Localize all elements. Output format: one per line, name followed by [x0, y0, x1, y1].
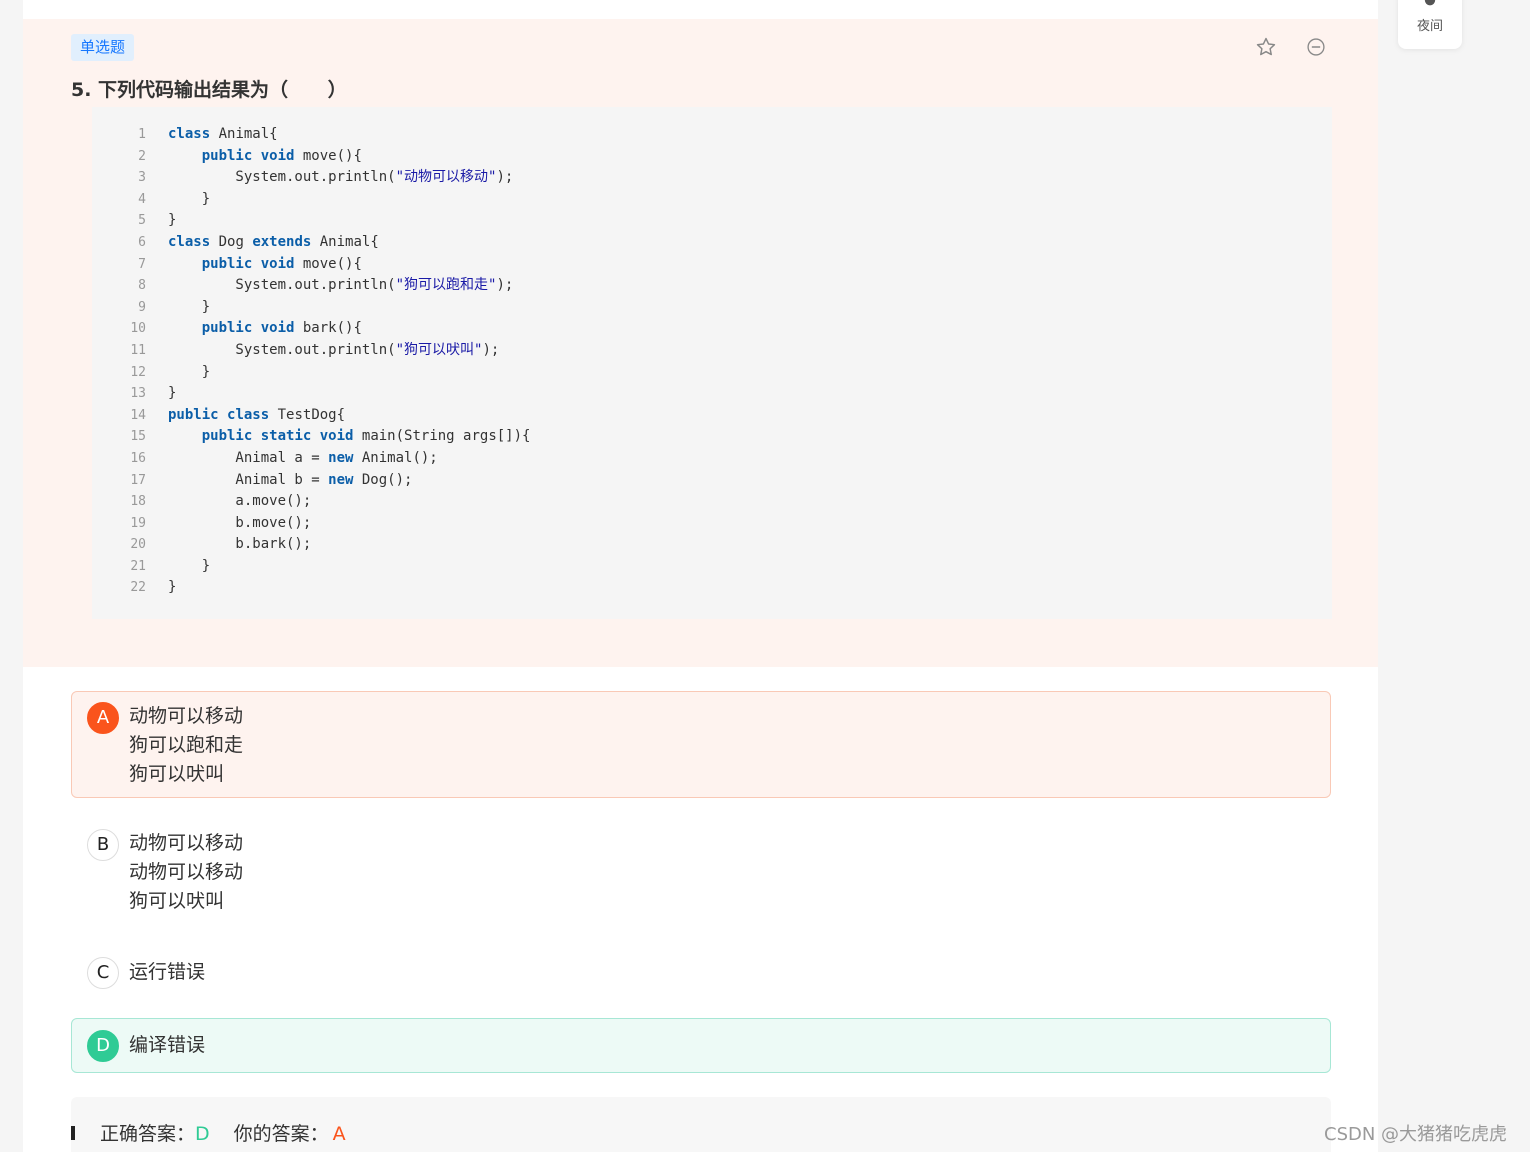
code-line: 14 public class TestDog{ — [92, 405, 1332, 427]
code-line: 7 public void move(){ — [92, 254, 1332, 276]
star-outline-icon[interactable] — [1255, 36, 1277, 58]
answer-summary: 正确答案：D 你的答案： A — [71, 1097, 1331, 1152]
code-line: 10 public void bark(){ — [92, 318, 1332, 340]
code-line: 17 Animal b = new Dog(); — [92, 470, 1332, 492]
code-line: 1 class Animal{ — [92, 124, 1332, 146]
option-text: 动物可以移动 动物可以移动 狗可以吠叫 — [129, 832, 244, 912]
option-d[interactable]: D 编译错误 — [71, 1018, 1331, 1073]
line-number: 22 — [130, 580, 146, 596]
moon-icon — [1424, 0, 1436, 6]
correct-answer-value: D — [195, 1123, 210, 1145]
code-block: 1 class Animal{2 public void move(){3 Sys… — [92, 107, 1332, 619]
code-line: 9 } — [92, 297, 1332, 319]
line-number: 3 — [138, 170, 146, 186]
line-number: 4 — [138, 191, 146, 207]
line-number: 10 — [130, 321, 146, 337]
code-text: public void move(){ — [201, 255, 362, 272]
code-line: 20 b.bark(); — [92, 534, 1332, 556]
answer-marker — [71, 1126, 75, 1140]
option-letter: C — [87, 957, 119, 989]
code-line: 8 System.out.println("狗可以跑和走"); — [92, 275, 1332, 297]
line-number: 17 — [130, 472, 146, 488]
code-text: a.move(); — [168, 493, 312, 510]
option-text: 编译错误 — [129, 1034, 206, 1056]
option-c[interactable]: C 运行错误 — [71, 945, 1331, 999]
code-text: System.out.println("狗可以跑和走"); — [168, 277, 514, 294]
answer-row: 正确答案：D 你的答案： A — [100, 1121, 346, 1147]
code-text: public class TestDog{ — [168, 406, 346, 423]
code-line: 3 System.out.println("动物可以移动"); — [92, 167, 1332, 189]
code-text: Animal b = new Dog(); — [168, 471, 413, 488]
line-number: 12 — [130, 364, 146, 380]
option-a[interactable]: A 动物可以移动 狗可以跑和走 狗可以吠叫 — [71, 691, 1331, 798]
top-strip — [23, 0, 1378, 19]
line-number: 19 — [130, 515, 146, 531]
code-line: 15 public static void main(String args[]… — [92, 426, 1332, 448]
option-letter: B — [87, 829, 119, 861]
option-b[interactable]: B 动物可以移动 动物可以移动 狗可以吠叫 — [71, 818, 1331, 925]
option-letter: D — [87, 1030, 119, 1062]
line-number: 5 — [138, 213, 146, 229]
code-line: 4 } — [92, 189, 1332, 211]
code-line: 11 System.out.println("狗可以吠叫"); — [92, 340, 1332, 362]
option-text: 运行错误 — [129, 961, 206, 983]
line-number: 21 — [130, 558, 146, 574]
line-number: 9 — [138, 299, 146, 315]
minus-circle-icon[interactable] — [1306, 37, 1326, 57]
code-text: } — [168, 190, 211, 207]
code-text: b.bark(); — [168, 536, 312, 553]
line-number: 16 — [130, 450, 146, 466]
code-text: } — [168, 212, 177, 229]
line-number: 1 — [138, 127, 146, 142]
question-card: 单选题 5. 下列代码输出结果为（ ） 1 class Animal{ 2 publ… — [23, 19, 1378, 1152]
code-text: } — [168, 385, 177, 402]
code-text: class Dog extends Animal{ — [168, 233, 379, 250]
code-text: } — [168, 363, 211, 380]
code-text: b.move(); — [168, 514, 312, 531]
line-number: 15 — [130, 429, 146, 445]
code-text: public void move(){ — [201, 147, 362, 164]
code-line: 12 } — [92, 362, 1332, 384]
code-line: 6 class Dog extends Animal{ — [92, 232, 1332, 254]
night-mode-button[interactable]: 夜间 — [1398, 0, 1462, 49]
question-title: 5. 下列代码输出结果为（ ） — [71, 79, 347, 101]
code-text: public void bark(){ — [201, 320, 362, 337]
code-text: } — [168, 579, 177, 596]
code-line: 21 } — [92, 556, 1332, 578]
code-text: class Animal{ — [168, 126, 278, 142]
question-type-tag: 单选题 — [71, 34, 135, 61]
option-letter: A — [87, 702, 119, 734]
line-number: 11 — [130, 342, 146, 358]
line-number: 13 — [130, 386, 146, 402]
your-answer-label: 你的答案： — [233, 1123, 329, 1145]
code-text: System.out.println("动物可以移动"); — [168, 169, 514, 186]
line-number: 20 — [130, 537, 146, 553]
line-number: 14 — [130, 407, 146, 423]
code-text: } — [168, 557, 211, 574]
watermark: CSDN @大猪猪吃虎虎 — [1324, 1124, 1508, 1145]
line-number: 2 — [138, 148, 146, 164]
code-line: 18 a.move(); — [92, 491, 1332, 513]
code-line: 13} — [92, 383, 1332, 405]
code-line: 19 b.move(); — [92, 513, 1332, 535]
line-number: 6 — [138, 234, 146, 250]
code-text: Animal a = new Animal(); — [168, 449, 438, 466]
correct-answer-label: 正确答案： — [100, 1123, 196, 1145]
code-line: 16 Animal a = new Animal(); — [92, 448, 1332, 470]
question-header: 单选题 5. 下列代码输出结果为（ ） 1 class Animal{ 2 publ… — [23, 19, 1378, 667]
night-mode-label: 夜间 — [1416, 19, 1443, 34]
code-text: } — [168, 298, 211, 315]
line-number: 18 — [130, 494, 146, 510]
line-number: 7 — [138, 256, 146, 272]
option-text: 动物可以移动 狗可以跑和走 狗可以吠叫 — [129, 705, 244, 785]
code-line: 5} — [92, 210, 1332, 232]
code-text: System.out.println("狗可以吠叫"); — [168, 341, 500, 358]
code-line: 22} — [92, 577, 1332, 599]
your-answer-value: A — [332, 1123, 346, 1145]
line-number: 8 — [138, 278, 146, 294]
code-text: public static void main(String args[]){ — [201, 428, 531, 445]
code-line: 2 public void move(){ — [92, 146, 1332, 168]
